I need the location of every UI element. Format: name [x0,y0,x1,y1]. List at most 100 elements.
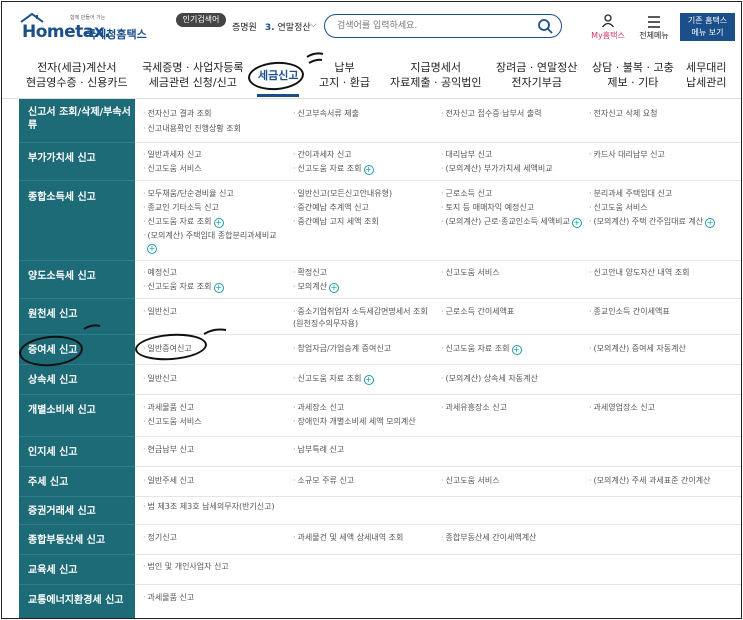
menu-link[interactable]: 토지 등 매매차익 예정신고 [441,202,535,214]
menu-link[interactable]: 신고내용확인 진행상황 조회 [143,123,241,135]
chevron-down-icon[interactable]: ⌵ [310,20,317,30]
menu-link[interactable]: 과세영업장소 신고 [589,402,655,414]
menu-link[interactable]: 현금납부 신고 [143,444,195,456]
plus-icon[interactable]: + [571,218,582,228]
plus-icon[interactable]: + [147,244,157,254]
menu-link[interactable]: 분리과세 주택임대 신고 [589,188,673,200]
nav-payment-statements[interactable]: 지급명세서 자료제출 · 공익법인 [390,60,481,90]
nav-label-line1: 국세증명 · 사업자등록 [142,61,244,74]
nav-label-line1: 세무대리 [686,61,727,74]
menu-link[interactable]: 전자신고 접수증·납부서 출력 [441,108,542,120]
menu-link[interactable]: 모두채움/단순경비율 신고 [143,188,234,200]
category-label: 개별소비세 신고 [19,395,135,437]
menu-link[interactable]: 장애인차 개별소비세 세액 모의계산 [293,416,416,428]
menu-link[interactable]: 창업자금/가업승계 증여신고 [293,343,392,355]
menu-link[interactable]: 과세장소 신고 [293,402,345,414]
nav-tax-agent[interactable]: 세무대리 납세관리 [686,60,726,90]
plus-icon[interactable]: + [363,375,374,385]
menu-link[interactable]: (모의계산) 부가가치세 세액비교 [441,163,553,175]
menu-link[interactable]: 중간예납 추계액 신고 [293,202,369,214]
nav-incentives[interactable]: 장려금 · 연말정산 전자기부금 [496,60,577,90]
nav-e-invoice[interactable]: 전자(세금)계산서 현금영수증 · 신용카드 [26,60,128,90]
full-menu-button[interactable]: 전체메뉴 [634,14,674,44]
menu-link[interactable]: 신고도움 서비스 [143,416,202,428]
menu-link[interactable]: 종합부동산세 간이세액계산 [441,532,537,544]
menu-link[interactable]: 근로소득 간이세액표 [441,306,515,318]
menu-link[interactable]: 일반신고 [143,373,177,385]
menu-link-with-plus[interactable]: 모의계산+ [293,281,339,293]
menu-link[interactable]: 과세물품 신고 [143,592,195,604]
hometax-logo[interactable]: 함께 만들어 가는 Hometax. 국세청홈택스 [20,12,150,42]
nav-label-line2: 제보 · 기타 [607,76,659,89]
menu-link[interactable]: 대리납부 신고 [441,149,493,161]
menu-link-with-plus[interactable]: (모의계산) 근로·종교인소득 세액비교+ [441,216,582,228]
menu-link[interactable]: 전자신고 결과 조회 [143,108,212,120]
menu-link[interactable]: (모의계산) 주세 과세표준 간이계산 [589,475,711,487]
menu-link-with-plus[interactable]: 신고도움 자료 조회+ [143,281,224,293]
menu-link-text: 신고도움 자료 조회 [297,374,362,383]
menu-link[interactable]: 종교인소득 간이세액표 [589,306,670,318]
popular-search-ticker[interactable]: 증명원 3. 연말정산 [232,20,311,33]
menu-link[interactable]: 신고도움 서비스 [441,475,500,487]
menu-link[interactable]: 신고도움 서비스 [441,267,500,279]
menu-link-with-plus[interactable]: 신고도움 자료 조회+ [293,373,374,385]
nav-consultation[interactable]: 상담 · 불복 · 고충 제보 · 기타 [592,60,674,90]
plus-icon[interactable]: + [511,345,522,355]
menu-link[interactable]: 카드사 대리납부 신고 [589,149,665,161]
menu-link[interactable]: 과세유흥장소 신고 [441,402,507,414]
menu-link[interactable]: 일반신고 [143,306,177,318]
category-row: 종합부동산세 신고 정기신고 과세물건 및 세액 상세내역 조회 종합부동산세 … [19,525,741,555]
menu-link[interactable]: 일반신고(모든신고안내유형) [293,188,393,200]
menu-link[interactable]: 근로소득 신고 [441,188,493,200]
menu-link[interactable]: 법인 및 개인사업자 신고 [143,561,229,573]
plus-icon[interactable]: + [329,283,339,293]
nav-payment[interactable]: 납부 고지 · 환급 [319,60,370,90]
plus-icon[interactable]: + [213,218,224,228]
menu-link[interactable]: 과세물품 신고 [143,402,195,414]
menu-link[interactable]: 신고부속서류 제출 [293,108,359,120]
menu-link[interactable]: 중간예납 고지 세액 조회 [293,216,379,228]
nav-certificates[interactable]: 국세증명 · 사업자등록 세금관련 신청/신고 [142,60,244,90]
category-items: 일반신고 신고도움 자료 조회+ (모의계산) 상속세 자동계산 [135,365,741,395]
menu-link[interactable]: 과세물건 및 세액 상세내역 조회 [293,532,404,544]
menu-link[interactable]: 정기신고 [143,532,177,544]
menu-link[interactable]: 신고도움 서비스 [143,163,202,175]
nav-label-line1: 장려금 · 연말정산 [496,61,578,74]
menu-link[interactable]: 법 제3조 제3호 납세의무자(반기신고) [143,501,275,513]
menu-link[interactable]: 중소기업취업자 소득세감면명세서 조회 (원천징수의무자용) [293,306,433,330]
menu-link-with-plus[interactable]: 신고도움 자료 조회+ [293,163,374,175]
category-row: 개별소비세 신고 과세물품 신고 과세장소 신고 과세유흥장소 신고 과세영업장… [19,395,741,437]
legacy-menu-line2: 메뉴 보기 [691,28,724,37]
menu-link[interactable]: 확정신고 [293,267,327,279]
plus-icon[interactable]: + [213,283,224,293]
menu-link-with-plus[interactable]: 신고도움 자료 조회+ [143,216,224,228]
menu-link[interactable]: 일반주세 신고 [143,475,195,487]
nav-label-line1: 전자(세금)계산서 [37,61,117,74]
menu-link[interactable]: (모의계산) 주택임대 종합분리과세비교 [143,230,277,242]
category-row: 교육세 신고 법인 및 개인사업자 신고 [19,555,741,585]
category-label: 인지세 신고 [19,437,135,467]
menu-link[interactable]: 종교인 기타소득 신고 [143,202,219,214]
menu-link[interactable]: 소규모 주류 신고 [293,475,355,487]
search-icon[interactable] [537,18,553,34]
plus-icon[interactable]: + [705,218,716,228]
menu-link[interactable]: 신고안내 양도자산 내역 조회 [589,267,690,279]
menu-link[interactable]: (모의계산) 증여세 자동계산 [589,343,686,355]
full-menu-label: 전체메뉴 [639,31,669,40]
menu-link[interactable]: (모의계산) 상속세 자동계산 [441,373,538,385]
menu-link[interactable]: 전자신고 삭제 요청 [589,108,658,120]
plus-icon[interactable]: + [363,165,374,175]
legacy-menu-button[interactable]: 기존 홈택스 메뉴 보기 [680,13,735,41]
menu-link[interactable]: 예정신고 [143,267,177,279]
menu-link[interactable]: 일반과세자 신고 [143,149,202,161]
menu-link[interactable]: 간이과세자 신고 [293,149,352,161]
category-row: 상속세 신고 일반신고 신고도움 자료 조회+ (모의계산) 상속세 자동계산 [19,365,741,395]
my-hometax-button[interactable]: My홈택스 [588,14,628,44]
menu-link[interactable]: 신고도움 서비스 [589,202,648,214]
category-row: 주세 신고 일반주세 신고 소규모 주류 신고 신고도움 서비스 (모의계산) … [19,467,741,497]
popular-search-badge: 인기검색어 [176,13,226,27]
search-input[interactable] [337,18,527,34]
menu-link-with-plus[interactable]: 신고도움 자료 조회+ [441,343,522,355]
menu-link-with-plus[interactable]: (모의계산) 주택 간주임대료 계산+ [589,216,716,228]
menu-link[interactable]: 납부특례 신고 [293,444,345,456]
